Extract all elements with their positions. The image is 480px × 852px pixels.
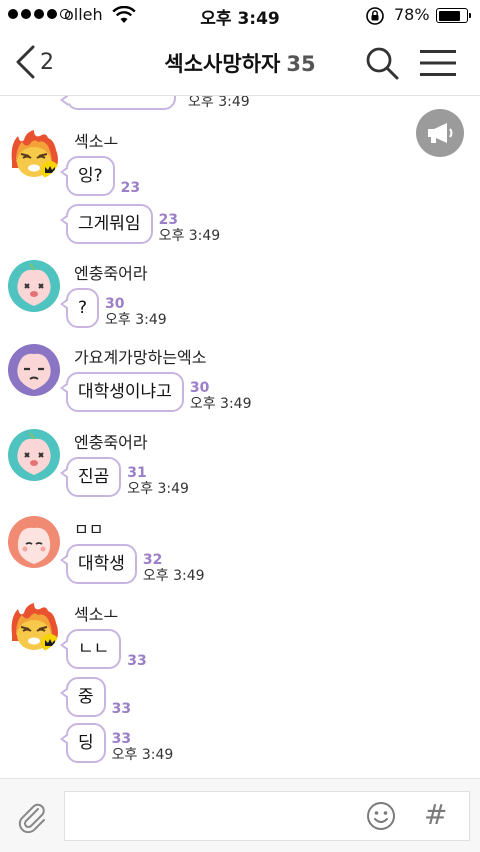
search-icon[interactable] <box>365 46 399 80</box>
message-bubble[interactable]: 진곰 <box>59 457 122 497</box>
message-bubble[interactable]: ? <box>59 288 100 328</box>
message-bubble[interactable] <box>60 96 176 110</box>
message-input[interactable] <box>64 791 470 841</box>
message-bubble[interactable]: ㄴㄴ <box>59 629 122 669</box>
battery-icon <box>436 8 471 23</box>
unread-count: 31 <box>127 465 147 481</box>
chat-room-name: 섹소사망하자 <box>164 52 281 76</box>
message-time: 오후 3:49 <box>158 228 221 244</box>
unread-count: 33 <box>127 653 147 669</box>
menu-icon[interactable] <box>420 49 456 77</box>
message-row: ㄴㄴ 33 <box>59 629 147 669</box>
unread-count: 32 <box>142 552 163 568</box>
sender-name: 엔충죽어라 <box>74 264 148 283</box>
message-time: 오후 3:49 <box>188 96 250 110</box>
battery-percent: 78% <box>394 5 430 24</box>
unread-count: 30 <box>189 380 210 396</box>
lion-avatar-icon <box>8 128 60 180</box>
attach-clip-icon[interactable] <box>16 801 48 833</box>
message-time: 오후 3:49 <box>127 481 189 497</box>
back-chevron-icon <box>16 45 35 79</box>
avatar[interactable] <box>8 516 60 568</box>
sender-name: 가요계가망하는엑소 <box>74 348 207 367</box>
peach-avatar-icon <box>8 260 60 312</box>
chat-header: 2 섹소사망하자 35 <box>0 30 480 96</box>
hashtag-icon[interactable]: # <box>424 798 447 831</box>
message-row: 딩 33 오후 3:49 <box>60 723 174 763</box>
message-input-bar: # <box>0 778 480 852</box>
avatar[interactable] <box>8 601 60 653</box>
peach-avatar-icon <box>8 516 60 568</box>
lion-avatar-icon <box>8 601 60 653</box>
unread-count: 30 <box>105 296 125 312</box>
unread-count: 33 <box>111 701 132 717</box>
sender-name: 엔충죽어라 <box>74 433 148 452</box>
message-bubble[interactable]: 대학생이냐고 <box>60 372 184 412</box>
message-row: 대학생이냐고 30 오후 3:49 <box>60 372 252 412</box>
sender-name: 섹소ㅗ <box>74 132 119 151</box>
orientation-lock-icon <box>366 7 384 25</box>
notice-megaphone-button[interactable] <box>416 109 464 157</box>
message-row: 진곰 31 오후 3:49 <box>59 457 189 497</box>
status-bar: olleh 오후 3:49 78% <box>0 0 480 30</box>
message-row: 중 33 <box>60 677 132 717</box>
emoji-icon[interactable] <box>366 801 396 831</box>
partial-message: 오후 3:49 <box>60 96 250 110</box>
message-bubble[interactable]: 대학생 <box>60 544 137 584</box>
chat-message-list[interactable]: 오후 3:49 섹소ㅗ 잉? 23 그게뭐임 23 오후 3:49 엔충죽어라 … <box>0 96 480 776</box>
unread-count: 23 <box>158 212 179 228</box>
member-count: 35 <box>286 52 316 76</box>
message-bubble[interactable]: 그게뭐임 <box>60 204 153 244</box>
chat-title: 섹소사망하자 35 <box>100 48 380 78</box>
unread-count: 33 <box>111 731 132 747</box>
megaphone-icon <box>428 123 453 143</box>
message-row: 대학생 32 오후 3:49 <box>60 544 205 584</box>
back-button[interactable]: 2 <box>14 44 64 80</box>
avatar[interactable] <box>8 260 60 312</box>
peach-avatar-icon <box>8 429 60 481</box>
message-time: 오후 3:49 <box>189 396 252 412</box>
message-row: ? 30 오후 3:49 <box>59 288 167 328</box>
message-row: 잉? 23 <box>60 156 141 196</box>
avatar[interactable] <box>8 128 60 180</box>
avatar[interactable] <box>8 429 60 481</box>
avatar[interactable] <box>8 344 60 396</box>
unread-count: 23 <box>120 180 141 196</box>
message-time: 오후 3:49 <box>142 568 205 584</box>
message-bubble[interactable]: 중 <box>60 677 106 717</box>
message-bubble[interactable]: 잉? <box>60 156 115 196</box>
message-time: 오후 3:49 <box>111 747 174 763</box>
message-time: 오후 3:49 <box>105 312 167 328</box>
sender-name: ㅁㅁ <box>74 520 104 539</box>
message-bubble[interactable]: 딩 <box>60 723 106 763</box>
peach-avatar-icon <box>8 344 60 396</box>
unread-chats-count: 2 <box>40 49 54 75</box>
sender-name: 섹소ㅗ <box>74 605 119 624</box>
message-row: 그게뭐임 23 오후 3:49 <box>60 204 221 244</box>
